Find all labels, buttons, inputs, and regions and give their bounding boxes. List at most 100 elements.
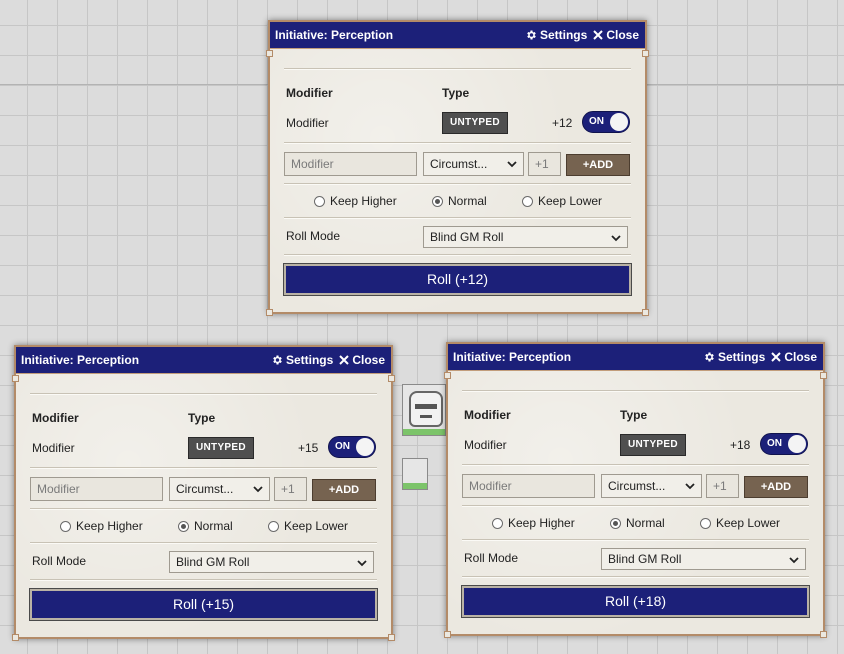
new-modifier-value-input[interactable]: +1	[706, 474, 739, 498]
new-modifier-type-select[interactable]: Circumst...	[423, 152, 524, 176]
divider	[284, 142, 631, 144]
roll-button[interactable]: Roll (+12)	[283, 263, 632, 296]
radio-label: Normal	[626, 516, 665, 530]
settings-label: Settings	[717, 350, 766, 364]
scene-token[interactable]	[402, 458, 428, 490]
modifier-header: Modifier	[464, 408, 511, 422]
keep-lower-radio[interactable]: Keep Lower	[268, 519, 348, 533]
modifier-header: Modifier	[286, 86, 333, 100]
radio-circle	[700, 517, 711, 529]
divider	[30, 467, 377, 469]
toggle-label: ON	[589, 116, 604, 127]
close-icon	[339, 355, 350, 365]
close-button[interactable]: Close	[339, 353, 385, 367]
divider	[462, 576, 809, 578]
close-button[interactable]: Close	[771, 350, 817, 364]
chevron-down-icon	[357, 560, 367, 567]
resize-corner	[388, 375, 395, 382]
close-button[interactable]: Close	[593, 28, 639, 42]
roll-mode-label: Roll Mode	[32, 554, 87, 568]
resize-corner	[444, 631, 451, 638]
resize-handle[interactable]	[642, 309, 649, 316]
divider	[284, 68, 631, 70]
new-modifier-name-input[interactable]: Modifier	[30, 477, 163, 501]
roll-button[interactable]: Roll (+15)	[29, 588, 378, 621]
scene-token[interactable]	[402, 384, 446, 436]
chevron-down-icon	[685, 483, 695, 490]
roll-mode-select[interactable]: Blind GM Roll	[423, 226, 628, 248]
roll-mode-select[interactable]: Blind GM Roll	[169, 551, 374, 573]
roll-dialog: Initiative: Perception Settings Close Mo…	[444, 342, 827, 638]
resize-corner	[12, 634, 19, 641]
modifier-toggle[interactable]: ON	[328, 436, 376, 458]
resize-corner	[642, 50, 649, 57]
new-modifier-value-input[interactable]: +1	[528, 152, 561, 176]
dialog-title: Initiative: Perception	[21, 353, 140, 367]
select-value: Circumst...	[176, 482, 234, 496]
select-value: Circumst...	[430, 157, 488, 171]
settings-button[interactable]: Settings	[703, 350, 765, 364]
settings-button[interactable]: Settings	[525, 28, 587, 42]
keep-higher-radio[interactable]: Keep Higher	[492, 516, 575, 530]
keep-higher-radio[interactable]: Keep Higher	[60, 519, 143, 533]
gear-icon	[527, 30, 536, 40]
dialog-titlebar[interactable]: Initiative: Perception Settings Close	[448, 344, 823, 371]
keep-higher-radio[interactable]: Keep Higher	[314, 194, 397, 208]
toggle-knob	[356, 438, 374, 456]
resize-handle[interactable]	[388, 634, 395, 641]
radio-label: Keep Higher	[508, 516, 575, 530]
select-value: Blind GM Roll	[176, 555, 250, 569]
new-modifier-name-input[interactable]: Modifier	[284, 152, 417, 176]
roll-dialog: Initiative: Perception Settings Close Mo…	[266, 20, 649, 316]
radio-label: Keep Lower	[538, 194, 603, 208]
radio-label: Keep Higher	[76, 519, 143, 533]
dialog-titlebar[interactable]: Initiative: Perception Settings Close	[270, 22, 645, 49]
add-modifier-button[interactable]: +ADD	[312, 479, 376, 501]
token-health-bar	[403, 429, 445, 435]
add-modifier-button[interactable]: +ADD	[566, 154, 630, 176]
toggle-knob	[610, 113, 628, 131]
resize-handle[interactable]	[820, 631, 827, 638]
new-modifier-name-input[interactable]: Modifier	[462, 474, 595, 498]
modifier-toggle[interactable]: ON	[760, 433, 808, 455]
normal-radio[interactable]: Normal	[432, 194, 487, 208]
add-modifier-button[interactable]: +ADD	[744, 476, 808, 498]
new-modifier-type-select[interactable]: Circumst...	[169, 477, 270, 501]
radio-circle	[522, 195, 533, 207]
roll-mode-label: Roll Mode	[464, 551, 519, 565]
settings-button[interactable]: Settings	[271, 353, 333, 367]
keep-lower-radio[interactable]: Keep Lower	[700, 516, 780, 530]
radio-label: Normal	[448, 194, 487, 208]
toggle-knob	[788, 435, 806, 453]
resize-corner	[820, 372, 827, 379]
close-icon	[593, 30, 604, 40]
radio-circle	[492, 517, 503, 529]
modifier-toggle[interactable]: ON	[582, 111, 630, 133]
select-value: Circumst...	[608, 479, 666, 493]
new-modifier-type-select[interactable]: Circumst...	[601, 474, 702, 498]
roll-mode-select[interactable]: Blind GM Roll	[601, 548, 806, 570]
dialog-titlebar[interactable]: Initiative: Perception Settings Close	[16, 347, 391, 374]
resize-corner	[444, 372, 451, 379]
resize-corner	[266, 50, 273, 57]
radio-label: Keep Higher	[330, 194, 397, 208]
new-modifier-value-input[interactable]: +1	[274, 477, 307, 501]
modifier-name: Modifier	[286, 116, 329, 130]
radio-circle	[314, 195, 325, 207]
modifier-value: +12	[552, 116, 573, 130]
modifier-name: Modifier	[464, 438, 507, 452]
modifier-type-badge: UNTYPED	[442, 112, 508, 134]
modifier-type-badge: UNTYPED	[620, 434, 686, 456]
divider	[30, 579, 377, 581]
close-icon	[771, 352, 782, 362]
normal-radio[interactable]: Normal	[610, 516, 665, 530]
keep-lower-radio[interactable]: Keep Lower	[522, 194, 602, 208]
radio-circle-selected	[178, 520, 189, 532]
resize-corner	[12, 375, 19, 382]
chevron-down-icon	[789, 557, 799, 564]
normal-radio[interactable]: Normal	[178, 519, 233, 533]
divider	[284, 217, 631, 219]
roll-button[interactable]: Roll (+18)	[461, 585, 810, 618]
modifier-value: +18	[730, 438, 751, 452]
modifier-type-badge: UNTYPED	[188, 437, 254, 459]
